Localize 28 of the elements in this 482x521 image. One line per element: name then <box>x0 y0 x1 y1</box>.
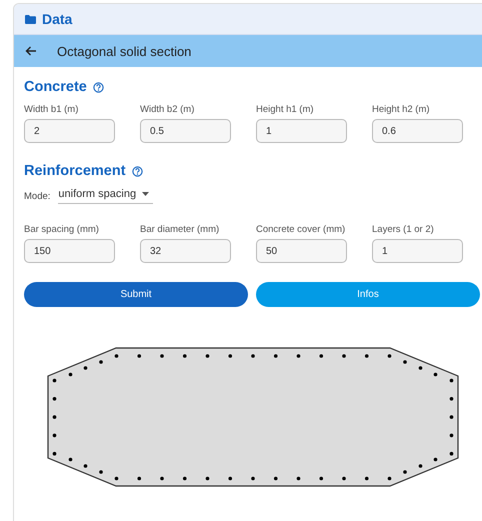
field-label: Height h2 (m) <box>372 104 431 115</box>
input-field[interactable]: 1 <box>372 239 463 263</box>
field-label: Bar diameter (mm) <box>140 224 220 235</box>
panel-title: Data <box>42 11 72 27</box>
help-icon[interactable] <box>92 82 104 92</box>
back-button[interactable] <box>25 46 37 56</box>
input-field[interactable]: 50 <box>256 239 347 263</box>
input-field[interactable]: 0.5 <box>140 119 231 143</box>
section-heading: Reinforcement <box>24 163 126 179</box>
help-icon[interactable] <box>132 166 143 176</box>
input-field[interactable]: 150 <box>24 239 115 263</box>
field-label: Width b1 (m) <box>24 104 80 115</box>
field-label: Concrete cover (mm) <box>256 224 346 235</box>
input-field[interactable]: 1 <box>256 119 347 143</box>
input-field[interactable]: 32 <box>140 239 231 263</box>
caret-icon <box>142 192 150 196</box>
section-heading: Concrete <box>24 79 87 95</box>
submit-button[interactable]: Submit <box>24 282 248 307</box>
mode-dropdown[interactable]: uniform spacing <box>58 188 154 204</box>
section-title: Octagonal solid section <box>57 44 192 58</box>
field-label: Height h1 (m) <box>256 104 315 115</box>
mode-label: Mode: <box>24 190 50 202</box>
field-label: Width b2 (m) <box>140 104 196 115</box>
field-label: Bar spacing (mm) <box>24 224 100 235</box>
folder-icon <box>25 14 36 24</box>
input-field[interactable]: 0.6 <box>372 119 463 143</box>
field-label: Layers (1 or 2) <box>372 224 435 235</box>
input-field[interactable]: 2 <box>24 119 115 143</box>
